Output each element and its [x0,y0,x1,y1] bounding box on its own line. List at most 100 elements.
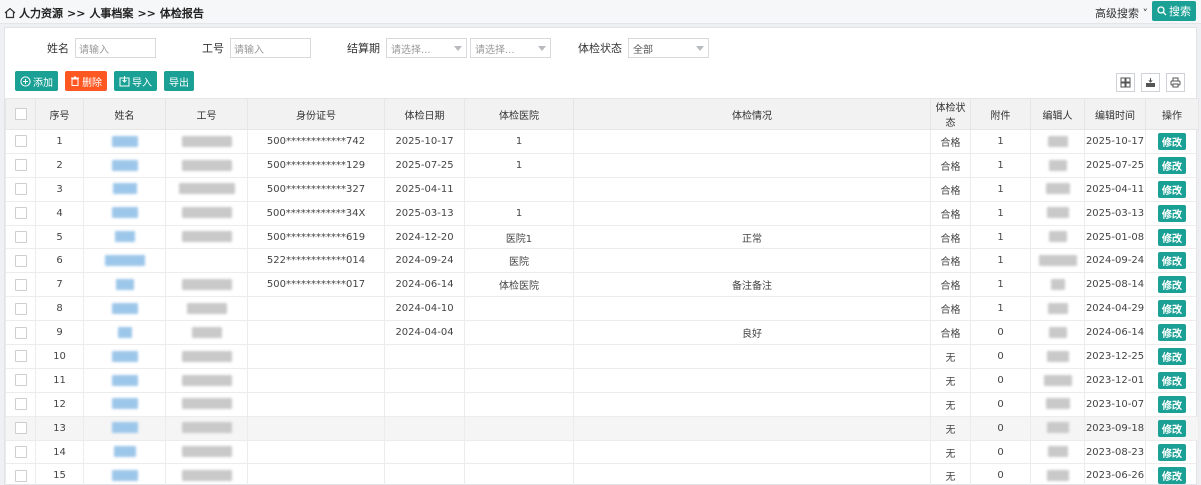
row-checkbox[interactable] [14,278,27,291]
edit-button[interactable]: 修改 [1158,300,1186,318]
row-select-cell[interactable] [5,344,36,369]
row-checkbox[interactable] [14,374,27,387]
edit-button[interactable]: 修改 [1158,156,1186,174]
edit-button[interactable]: 修改 [1158,419,1186,437]
header-select-all[interactable] [5,98,36,130]
row-select-cell[interactable] [5,152,36,178]
edit-button[interactable]: 修改 [1158,395,1186,413]
edit-button[interactable]: 修改 [1158,252,1186,270]
export-button[interactable]: 导出 [164,71,194,91]
row-select-cell[interactable] [5,463,36,485]
row-checkbox[interactable] [14,159,27,172]
row-checkbox[interactable] [14,231,27,243]
export-file-icon[interactable] [1141,73,1160,92]
table-row[interactable]: 10 无 0 2023-12-25 修改 [5,344,1199,369]
edit-button[interactable]: 修改 [1158,180,1186,198]
table-row[interactable]: 12 无 0 2023-10-07 修改 [5,391,1199,417]
search-icon [1157,6,1167,16]
column-header[interactable]: 附件 [970,98,1031,130]
table-row[interactable]: 8 2024-04-10 合格 1 2024-04-29 修改 [5,296,1199,322]
select-all-checkbox[interactable] [14,108,27,120]
id-input[interactable]: 请输入 [230,38,311,58]
column-header: 操作 [1145,98,1199,130]
column-header[interactable]: 工号 [165,98,248,130]
add-button[interactable]: 添加 [15,71,58,91]
column-header[interactable]: 身份证号 [247,98,385,130]
row-select-cell[interactable] [5,367,36,393]
row-checkbox[interactable] [14,326,27,339]
breadcrumb-item-archive[interactable]: 人事档案 [89,5,133,21]
row-select-cell[interactable] [5,176,36,202]
column-header[interactable]: 序号 [35,98,84,130]
edit-button[interactable]: 修改 [1158,347,1186,365]
column-header[interactable]: 编辑时间 [1084,98,1146,130]
redacted-name [117,326,132,338]
table-row[interactable]: 5 500************619 2024-12-20 医院1 正常 合格 1 202… [5,224,1199,250]
row-checkbox[interactable] [14,183,27,196]
row-checkbox[interactable] [14,254,27,267]
edit-button[interactable]: 修改 [1158,228,1186,246]
table-row[interactable]: 2 500************129 2025-07-25 1 合格 1 2025-07… [5,152,1199,178]
table-row[interactable]: 14 无 0 2023-08-23 修改 [5,439,1199,465]
cell-edit-time: 2025-07-25 [1084,152,1146,178]
table-row[interactable]: 15 无 0 2023-06-26 修改 [5,463,1199,485]
table-row[interactable]: 1 500************742 2025-10-17 1 合格 1 2025-10… [5,129,1199,154]
table-row[interactable]: 13 无 0 2023-09-18 修改 [5,415,1199,441]
home-icon[interactable] [4,7,16,19]
column-header[interactable]: 编辑人 [1030,98,1085,130]
row-checkbox[interactable] [14,398,27,411]
row-checkbox[interactable] [14,302,27,315]
edit-button[interactable]: 修改 [1158,204,1186,222]
row-select-cell[interactable] [5,129,36,154]
row-checkbox[interactable] [14,350,27,363]
row-checkbox[interactable] [14,422,27,435]
edit-button[interactable]: 修改 [1158,467,1186,485]
table-row[interactable]: 7 500************017 2024-06-14 体检医院 备注备注 合格 1… [5,272,1199,298]
edit-button[interactable]: 修改 [1158,443,1186,461]
period-end-select[interactable]: 请选择... [470,38,551,58]
table-row[interactable]: 11 无 0 2023-12-01 修改 [5,367,1199,393]
row-select-cell[interactable] [5,200,36,226]
name-input[interactable]: 请输入 [75,38,156,58]
row-checkbox[interactable] [14,469,27,482]
table-row[interactable]: 6 522************014 2024-09-24 医院 合格 1 2024-0… [5,248,1199,274]
cell-hospital: 体检医院 [464,272,574,298]
column-header[interactable]: 体检状态 [930,98,971,130]
breadcrumb-separator: >> [137,6,156,20]
edit-button[interactable]: 修改 [1158,371,1186,389]
row-select-cell[interactable] [5,272,36,298]
search-button[interactable]: 搜索 [1152,1,1196,21]
table-row[interactable]: 4 500************34X 2025-03-13 1 合格 1 2025-03… [5,200,1199,226]
row-select-cell[interactable] [5,439,36,465]
delete-button[interactable]: 删除 [65,71,107,91]
import-button[interactable]: 导入 [114,71,157,91]
advanced-search-toggle[interactable]: 高级搜索 ˅ [1095,5,1148,21]
redacted-name [111,159,138,171]
row-checkbox[interactable] [14,135,27,148]
column-header[interactable]: 姓名 [83,98,166,130]
row-select-cell[interactable] [5,224,36,250]
column-header[interactable]: 体检情况 [573,98,931,130]
row-select-cell[interactable] [5,320,36,346]
row-select-cell[interactable] [5,415,36,441]
period-start-select[interactable]: 请选择... [386,38,467,58]
status-select[interactable]: 全部 [628,38,709,58]
table-row[interactable]: 3 500************327 2025-04-11 合格 1 2025-04-… [5,176,1199,202]
cell-edit-time: 2025-01-08 [1084,224,1146,250]
print-icon[interactable] [1166,73,1185,92]
row-checkbox[interactable] [14,207,27,220]
redacted-editor [1050,279,1065,291]
row-select-cell[interactable] [5,296,36,322]
table-row[interactable]: 9 2024-04-04 良好 合格 0 2024-06-14 修改 [5,320,1199,346]
column-header[interactable]: 体检日期 [384,98,465,130]
cell-status: 无 [930,344,971,369]
columns-filter-icon[interactable] [1116,73,1135,92]
row-select-cell[interactable] [5,248,36,274]
breadcrumb-item-hr[interactable]: 人力资源 [19,5,63,21]
edit-button[interactable]: 修改 [1158,324,1186,342]
edit-button[interactable]: 修改 [1158,132,1186,150]
row-checkbox[interactable] [14,446,27,459]
column-header[interactable]: 体检医院 [464,98,574,130]
row-select-cell[interactable] [5,391,36,417]
edit-button[interactable]: 修改 [1158,276,1186,294]
